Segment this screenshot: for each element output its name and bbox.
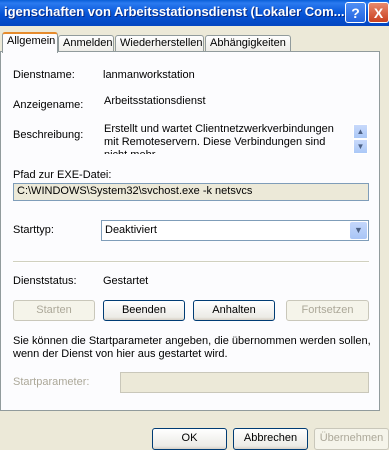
description-text: Erstellt und wartet Clientnetzwerkverbin… [104, 123, 334, 154]
exe-path-value: C:\WINDOWS\System32\svchost.exe -k netsv… [17, 185, 253, 197]
description-field[interactable]: Erstellt und wartet Clientnetzwerkverbin… [101, 122, 369, 154]
service-name-label: Dienstname: [13, 69, 75, 81]
scroll-down-icon[interactable]: ▼ [353, 139, 368, 154]
hint-line-1: Sie können die Startparameter angeben, d… [13, 335, 371, 347]
start-params-field[interactable] [120, 372, 369, 393]
help-button[interactable]: ? [345, 2, 366, 23]
status-label: Dienststatus: [13, 275, 77, 287]
general-panel: Dienstname: lanmanworkstation Anzeigenam… [0, 51, 380, 411]
pause-button[interactable]: Anhalten [193, 300, 275, 321]
display-name-label: Anzeigename: [13, 99, 84, 111]
divider [13, 261, 369, 263]
chevron-down-icon[interactable]: ▼ [350, 222, 367, 239]
display-name-field[interactable]: Arbeitsstationsdienst [101, 94, 369, 114]
startup-type-label: Starttyp: [13, 224, 54, 236]
description-label: Beschreibung: [13, 129, 84, 141]
close-icon: X [373, 5, 384, 21]
exe-path-label: Pfad zur EXE-Datei: [13, 169, 112, 181]
tab-general[interactable]: Allgemein [2, 32, 58, 53]
service-name-value: lanmanworkstation [103, 69, 195, 81]
tab-logon[interactable]: Anmelden [58, 35, 114, 52]
start-params-label: Startparameter: [13, 376, 90, 388]
stop-button[interactable]: Beenden [103, 300, 185, 321]
ok-button[interactable]: OK [152, 428, 227, 450]
start-button[interactable]: Starten [13, 300, 95, 321]
hint-line-2: wenn der Dienst von hier aus gestartet w… [13, 348, 228, 360]
window-title: igenschaften von Arbeitsstationsdienst (… [4, 4, 345, 19]
startup-type-value: Deaktiviert [105, 224, 157, 236]
cancel-button[interactable]: Abbrechen [233, 428, 308, 450]
resume-button[interactable]: Fortsetzen [286, 300, 369, 321]
status-value: Gestartet [103, 275, 149, 287]
tab-recovery[interactable]: Wiederherstellen [115, 35, 204, 52]
apply-button[interactable]: Übernehmen [314, 428, 389, 450]
tab-dependencies[interactable]: Abhängigkeiten [205, 35, 291, 52]
title-bar[interactable]: igenschaften von Arbeitsstationsdienst (… [0, 0, 389, 26]
display-name-value: Arbeitsstationsdienst [104, 95, 206, 107]
scroll-up-icon[interactable]: ▲ [353, 124, 368, 139]
startup-type-select[interactable]: Deaktiviert ▼ [101, 220, 369, 241]
close-button[interactable]: X [368, 2, 389, 23]
exe-path-field: C:\WINDOWS\System32\svchost.exe -k netsv… [13, 183, 369, 201]
